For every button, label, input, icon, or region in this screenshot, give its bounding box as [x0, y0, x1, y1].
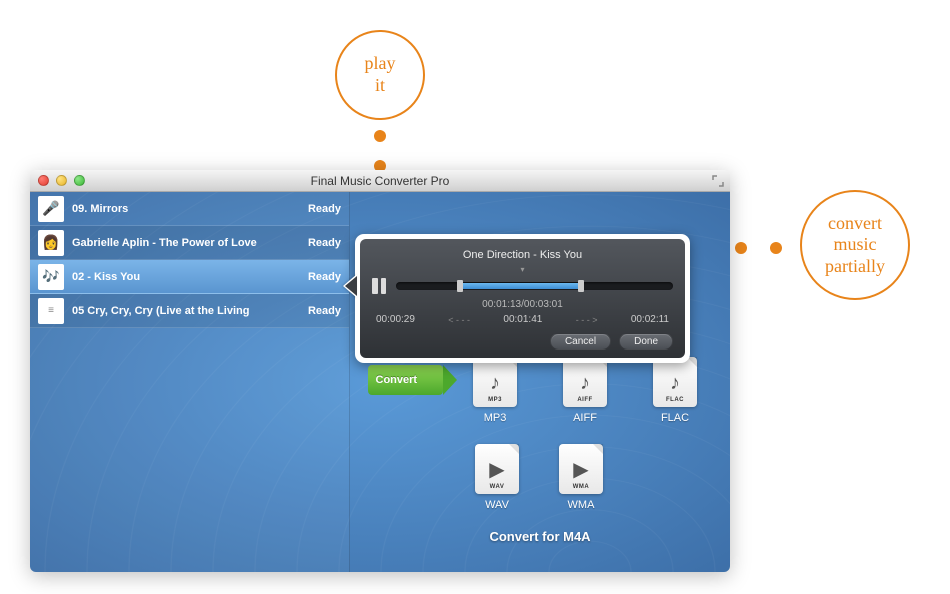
- track-thumbnail: ≡: [38, 298, 64, 324]
- close-window-button[interactable]: [38, 175, 49, 186]
- cancel-button[interactable]: Cancel: [550, 333, 611, 350]
- annotation-play: play it: [335, 30, 425, 120]
- annotation-dot: [735, 242, 747, 254]
- convert-button[interactable]: Convert: [368, 365, 443, 395]
- annotation-dot: [770, 242, 782, 254]
- progress-bar[interactable]: [396, 282, 673, 290]
- track-row[interactable]: ≡ 05 Cry, Cry, Cry (Live at the Living R…: [30, 294, 349, 328]
- window-title: Final Music Converter Pro: [30, 174, 730, 188]
- format-flac[interactable]: ♪FLAC: [653, 357, 697, 407]
- track-row-selected[interactable]: 🎶 02 - Kiss You Ready: [30, 260, 349, 294]
- track-title: 09. Mirrors: [72, 203, 128, 215]
- done-button[interactable]: Done: [619, 333, 673, 350]
- format-label: WAV: [485, 499, 509, 511]
- zoom-window-button[interactable]: [74, 175, 85, 186]
- track-status: Ready: [308, 271, 341, 283]
- arrow-icon: < - - -: [448, 315, 470, 325]
- titlebar: Final Music Converter Pro: [30, 170, 730, 192]
- convert-button-label: Convert: [376, 374, 418, 386]
- track-status: Ready: [308, 237, 341, 249]
- annotation-convert: convert music partially: [800, 190, 910, 300]
- track-thumbnail: 👩: [38, 230, 64, 256]
- range-start-handle[interactable]: [457, 280, 463, 292]
- track-row[interactable]: 👩 Gabrielle Aplin - The Power of Love Re…: [30, 226, 349, 260]
- track-title: 05 Cry, Cry, Cry (Live at the Living: [72, 305, 249, 317]
- format-label: MP3: [484, 412, 507, 424]
- track-title: 02 - Kiss You: [72, 271, 140, 283]
- current-profile-label: Convert for M4A: [350, 529, 730, 544]
- track-status: Ready: [308, 305, 341, 317]
- chevron-down-icon[interactable]: ▾: [372, 265, 673, 274]
- track-title: Gabrielle Aplin - The Power of Love: [72, 237, 257, 249]
- range-start-time: 00:00:29: [376, 314, 415, 325]
- progress-time: 00:01:13/00:03:01: [372, 299, 673, 310]
- minimize-window-button[interactable]: [56, 175, 67, 186]
- track-row[interactable]: 🎤 09. Mirrors Ready: [30, 192, 349, 226]
- range-end-handle[interactable]: [578, 280, 584, 292]
- arrow-icon: - - - >: [576, 315, 598, 325]
- player-popover: One Direction - Kiss You ▾ 00:01:13/00:0…: [355, 234, 690, 363]
- fullscreen-icon[interactable]: [712, 174, 724, 186]
- track-thumbnail: 🎤: [38, 196, 64, 222]
- player-track-title: One Direction - Kiss You: [372, 249, 673, 261]
- format-label: FLAC: [661, 412, 689, 424]
- format-mp3[interactable]: ♪MP3: [473, 357, 517, 407]
- track-list: 🎤 09. Mirrors Ready 👩 Gabrielle Aplin - …: [30, 192, 350, 572]
- format-label: WMA: [568, 499, 595, 511]
- range-end-time: 00:02:11: [631, 314, 669, 325]
- track-status: Ready: [308, 203, 341, 215]
- app-window: Final Music Converter Pro 🎤 09. Mirrors …: [30, 170, 730, 572]
- format-wav[interactable]: ▶WAV: [475, 444, 519, 494]
- annotation-dot: [374, 130, 386, 142]
- format-wma[interactable]: ▶WMA: [559, 444, 603, 494]
- track-thumbnail: 🎶: [38, 264, 64, 290]
- pause-button[interactable]: [372, 278, 386, 294]
- current-time: 00:01:41: [503, 314, 542, 325]
- format-label: AIFF: [573, 412, 597, 424]
- format-aiff[interactable]: ♪AIFF: [563, 357, 607, 407]
